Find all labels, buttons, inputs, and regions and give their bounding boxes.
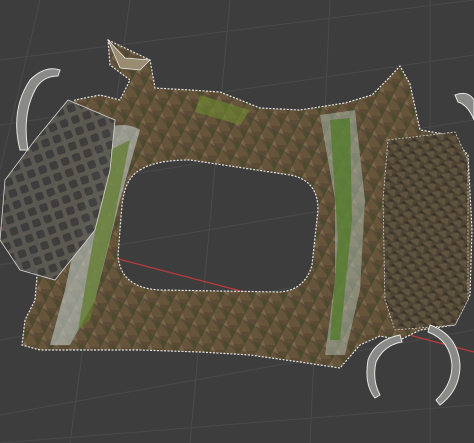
- mesh-hook-bottom-left: [366, 334, 403, 399]
- mesh-side-pad: [382, 131, 469, 331]
- photogrammetry-mesh[interactable]: [0, 39, 474, 406]
- viewport-canvas[interactable]: [0, 0, 474, 443]
- 3d-viewport[interactable]: [0, 0, 474, 443]
- mesh-hook-right-top: [454, 92, 474, 121]
